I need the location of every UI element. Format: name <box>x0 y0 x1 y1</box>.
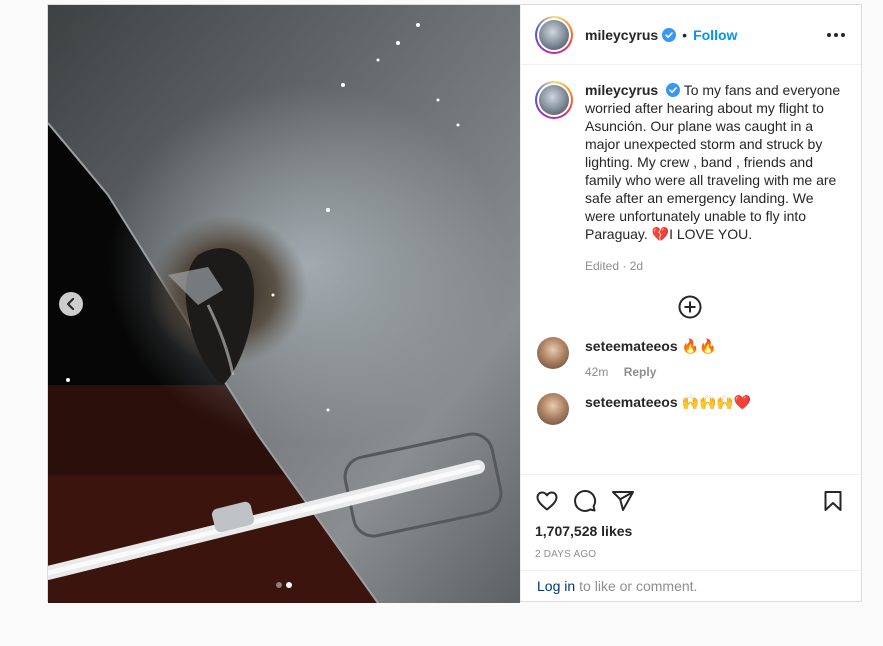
commenter-username[interactable]: seteemateeos <box>585 394 678 410</box>
caption-username[interactable]: mileycyrus <box>585 82 658 98</box>
post-media[interactable] <box>48 5 520 603</box>
comment-item: seteemateeos 🙌🙌🙌❤️ <box>535 393 845 425</box>
caption: mileycyrus To my fans and everyone worri… <box>535 81 845 275</box>
likes-count[interactable]: 1,707,528 likes <box>535 523 845 539</box>
author-username[interactable]: mileycyrus <box>585 27 658 43</box>
post-timestamp[interactable]: 2 DAYS AGO <box>535 549 845 560</box>
slide-dot <box>276 582 282 588</box>
slide-dot-active <box>286 582 292 588</box>
follow-button[interactable]: Follow <box>693 27 737 43</box>
comment-text: 🙌🙌🙌❤️ <box>681 394 752 410</box>
add-circle-icon <box>678 295 702 319</box>
caption-avatar[interactable] <box>535 81 573 119</box>
post-header: mileycyrus • Follow <box>521 5 861 65</box>
action-bar: 1,707,528 likes 2 DAYS AGO <box>521 474 861 560</box>
login-link[interactable]: Log in <box>537 578 575 594</box>
verified-badge-icon <box>662 27 677 42</box>
heart-icon[interactable] <box>535 489 559 513</box>
post-photo <box>48 5 520 603</box>
post-sidebar: mileycyrus • Follow mileycyrus To my fan… <box>520 5 861 601</box>
reply-button[interactable]: Reply <box>624 365 657 379</box>
commenter-username[interactable]: seteemateeos <box>585 338 678 354</box>
header-separator: • <box>682 26 688 43</box>
comment-text: 🔥🔥 <box>681 338 717 354</box>
caption-text: To my fans and everyone worried after he… <box>585 82 841 242</box>
comment-icon[interactable] <box>573 489 597 513</box>
previous-slide-button[interactable] <box>59 292 83 316</box>
chevron-left-icon <box>67 298 74 310</box>
comment-item: seteemateeos 🔥🔥 42m Reply <box>535 337 845 379</box>
author-avatar[interactable] <box>535 15 573 54</box>
slide-indicator <box>48 582 520 588</box>
post-card: mileycyrus • Follow mileycyrus To my fan… <box>47 4 862 603</box>
caption-meta: Edited · 2d <box>585 259 644 273</box>
comments-section[interactable]: mileycyrus To my fans and everyone worri… <box>521 65 861 474</box>
commenter-avatar[interactable] <box>537 337 569 369</box>
verified-badge-icon <box>666 83 681 97</box>
commenter-avatar[interactable] <box>537 393 569 425</box>
more-options-icon[interactable] <box>827 32 845 37</box>
share-icon[interactable] <box>611 489 635 513</box>
login-prompt-text: to like or comment. <box>579 578 698 594</box>
load-more-comments-button[interactable] <box>535 295 845 319</box>
bookmark-icon[interactable] <box>821 489 845 513</box>
comment-time: 42m <box>585 365 609 379</box>
login-prompt: Log in to like or comment. <box>521 570 861 601</box>
